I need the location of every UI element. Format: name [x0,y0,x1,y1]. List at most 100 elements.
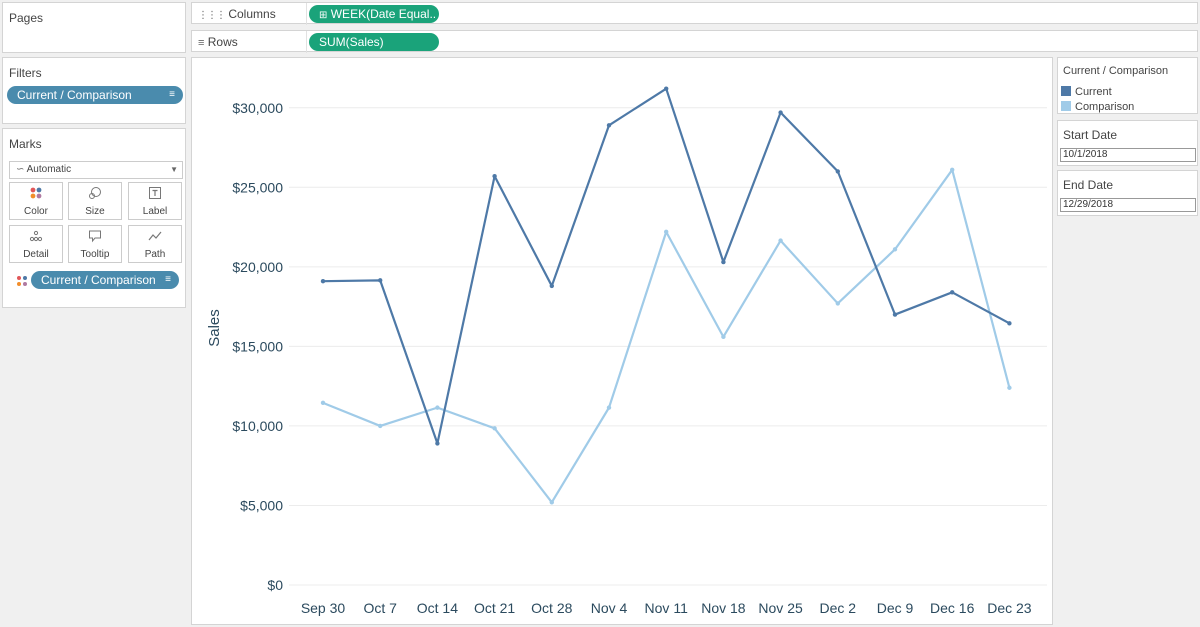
data-point[interactable] [435,405,440,410]
x-tick-label: Oct 14 [417,600,458,616]
data-point[interactable] [721,259,726,265]
data-point[interactable] [721,334,726,340]
data-point[interactable] [892,312,898,317]
x-tick-label: Dec 16 [930,600,975,616]
x-tick-label: Nov 4 [591,600,628,616]
series-current[interactable] [320,86,1012,446]
marks-label-label: Label [142,206,168,217]
x-tick-label: Nov 11 [645,600,689,616]
data-point[interactable] [549,500,554,505]
data-point[interactable] [664,86,669,91]
start-date-title: Start Date [1063,128,1118,142]
series[interactable] [320,86,1012,505]
data-point[interactable] [606,405,612,410]
sort-icon: ≡ [165,274,171,285]
data-point[interactable] [950,290,955,295]
detail-icon [10,229,62,249]
y-tick-label: $20,000 [232,259,283,275]
legend-swatch-comparison [1061,101,1071,111]
marks-label-button[interactable]: Label [128,182,182,220]
series-line-current[interactable] [322,87,1010,445]
marks-tooltip-button[interactable]: Tooltip [68,225,122,263]
rows-pill-sum-sales[interactable]: SUM(Sales) [309,33,439,51]
y-tick-label: $25,000 [232,179,283,195]
line-chart[interactable]: $0 $5,000 $10,000 $15,000 $20,000 $25,000 $30,… [192,58,1052,624]
data-point[interactable] [950,167,955,173]
data-point[interactable] [320,278,326,284]
legend-label-current: Current [1075,86,1112,98]
end-date-input[interactable]: 12/29/2018 [1060,198,1196,212]
marks-detail-button[interactable]: Detail [9,225,63,263]
data-point[interactable] [378,278,383,283]
x-tick-label: Dec 9 [877,600,914,616]
color-legend: Current / Comparison Current Comparison [1057,57,1198,114]
columns-pill-week-date[interactable]: ⊞ WEEK(Date Equal.. [309,5,439,23]
data-point[interactable] [778,238,783,243]
start-date-input[interactable]: 10/1/2018 [1060,148,1196,162]
filters-card: Filters Current / Comparison ≡ [2,57,186,124]
marks-color-button[interactable]: Color [9,182,63,220]
data-point[interactable] [1007,385,1012,390]
end-date-title: End Date [1063,178,1114,192]
rows-shelf-label: ≡ Rows [198,31,238,54]
filters-title: Filters [9,66,42,80]
data-point[interactable] [549,283,554,289]
columns-icon: ⋮⋮⋮ [198,10,226,21]
x-tick-label: Oct 7 [363,600,397,616]
x-tick-label: Dec 2 [820,600,857,616]
data-point[interactable] [320,400,326,406]
sort-icon: ≡ [169,89,175,100]
rows-pill-label: SUM(Sales) [319,35,384,49]
marks-pill-label: Current / Comparison [41,273,156,287]
data-point[interactable] [435,441,440,446]
legend-item-current[interactable]: Current [1061,86,1112,99]
mark-type-select[interactable]: ∽ Automatic ▼ [9,161,183,179]
mark-type-value: Automatic [26,164,72,175]
rows-shelf[interactable]: ≡ Rows SUM(Sales) [191,30,1198,54]
pages-card: Pages [2,2,186,53]
series-line-comparison[interactable] [322,168,1011,504]
columns-shelf[interactable]: ⋮⋮⋮ Columns ⊞ WEEK(Date Equal.. [191,2,1198,25]
marks-color-label: Color [24,206,48,217]
marks-detail-label: Detail [23,249,49,260]
legend-swatch-current [1061,86,1071,96]
data-point[interactable] [492,426,497,431]
x-tick-label: Dec 23 [987,600,1032,616]
y-tick-label: $5,000 [240,497,283,513]
color-dots-icon [10,186,62,206]
columns-label: Columns [228,7,276,21]
data-point[interactable] [835,169,840,174]
y-tick-label: $15,000 [232,338,283,354]
marks-size-button[interactable]: Size [68,182,122,220]
color-dots-icon [16,274,28,292]
y-axis-title: Sales [206,309,223,347]
end-date-parameter: End Date 12/29/2018 [1057,170,1198,216]
legend-item-comparison[interactable]: Comparison [1061,101,1134,114]
chevron-down-icon: ▼ [170,165,178,174]
filter-pill-label: Current / Comparison [17,88,132,102]
marks-pill-current-comparison[interactable]: Current / Comparison ≡ [31,271,179,289]
x-tick-label: Nov 18 [701,600,746,616]
chart-view[interactable]: $0 $5,000 $10,000 $15,000 $20,000 $25,000 $30,… [191,57,1053,625]
data-point[interactable] [835,301,840,306]
x-tick-label: Oct 28 [531,600,572,616]
data-point[interactable] [606,123,612,128]
y-axis: $0 $5,000 $10,000 $15,000 $20,000 $25,000 $30,… [232,100,283,593]
marks-path-button[interactable]: Path [128,225,182,263]
marks-title: Marks [9,137,42,151]
pages-title: Pages [9,11,44,25]
data-point[interactable] [892,247,898,252]
data-point[interactable] [664,229,669,235]
series-comparison[interactable] [320,167,1012,505]
expand-icon: ⊞ [319,10,328,21]
data-point[interactable] [778,110,783,115]
y-tick-label: $30,000 [232,100,283,116]
marks-path-label: Path [144,249,166,260]
legend-label-comparison: Comparison [1075,101,1135,113]
data-point[interactable] [492,173,497,179]
line-mark-icon: ∽ [16,164,25,175]
filter-pill-current-comparison[interactable]: Current / Comparison ≡ [7,86,183,104]
size-icon [69,186,121,206]
data-point[interactable] [378,423,383,429]
data-point[interactable] [1007,321,1012,326]
